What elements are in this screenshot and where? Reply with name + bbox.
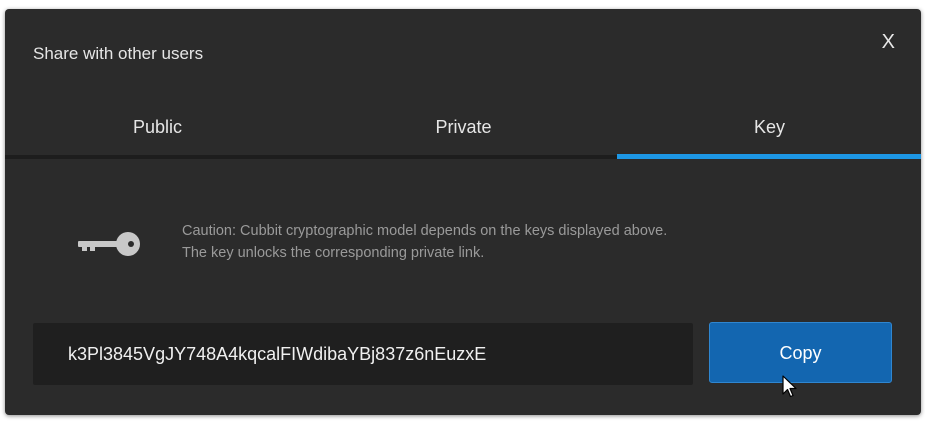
key-icon [78,232,140,256]
caution-text: Caution: Cubbit cryptographic model depe… [182,220,667,264]
tab-key[interactable]: Key [617,114,921,155]
caution-line-2: The key unlocks the corresponding privat… [182,245,485,261]
dialog-title: Share with other users [33,44,204,63]
share-dialog: Share with other users X Public Private … [5,9,921,415]
key-value-field[interactable]: k3Pl3845VgJY748A4kqcalFIWdibaYBj837z6nEu… [33,323,693,385]
copy-button[interactable]: Copy [709,322,892,383]
caution-line-1: Caution: Cubbit cryptographic model depe… [182,223,668,239]
tab-public[interactable]: Public [5,114,310,155]
active-tab-indicator [617,154,921,159]
tab-bar: Public Private Key [5,114,921,159]
close-button[interactable]: X [882,31,895,53]
tab-private[interactable]: Private [311,114,616,155]
